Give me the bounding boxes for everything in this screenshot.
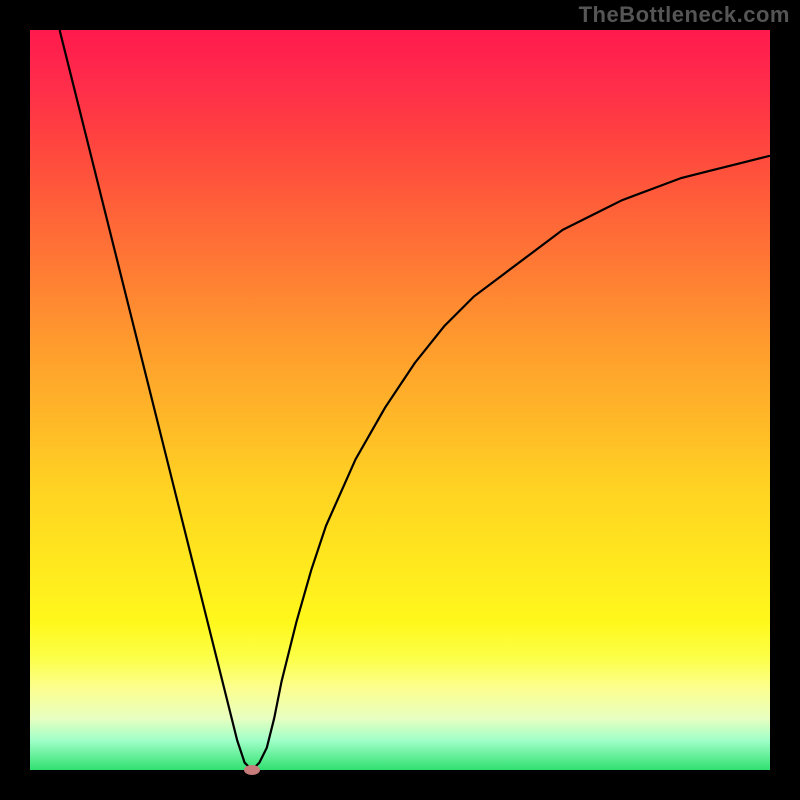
watermark-text: TheBottleneck.com	[579, 2, 790, 28]
bottleneck-curve	[30, 30, 770, 770]
plot-area	[30, 30, 770, 770]
minimum-marker	[244, 765, 260, 775]
chart-frame: TheBottleneck.com	[0, 0, 800, 800]
